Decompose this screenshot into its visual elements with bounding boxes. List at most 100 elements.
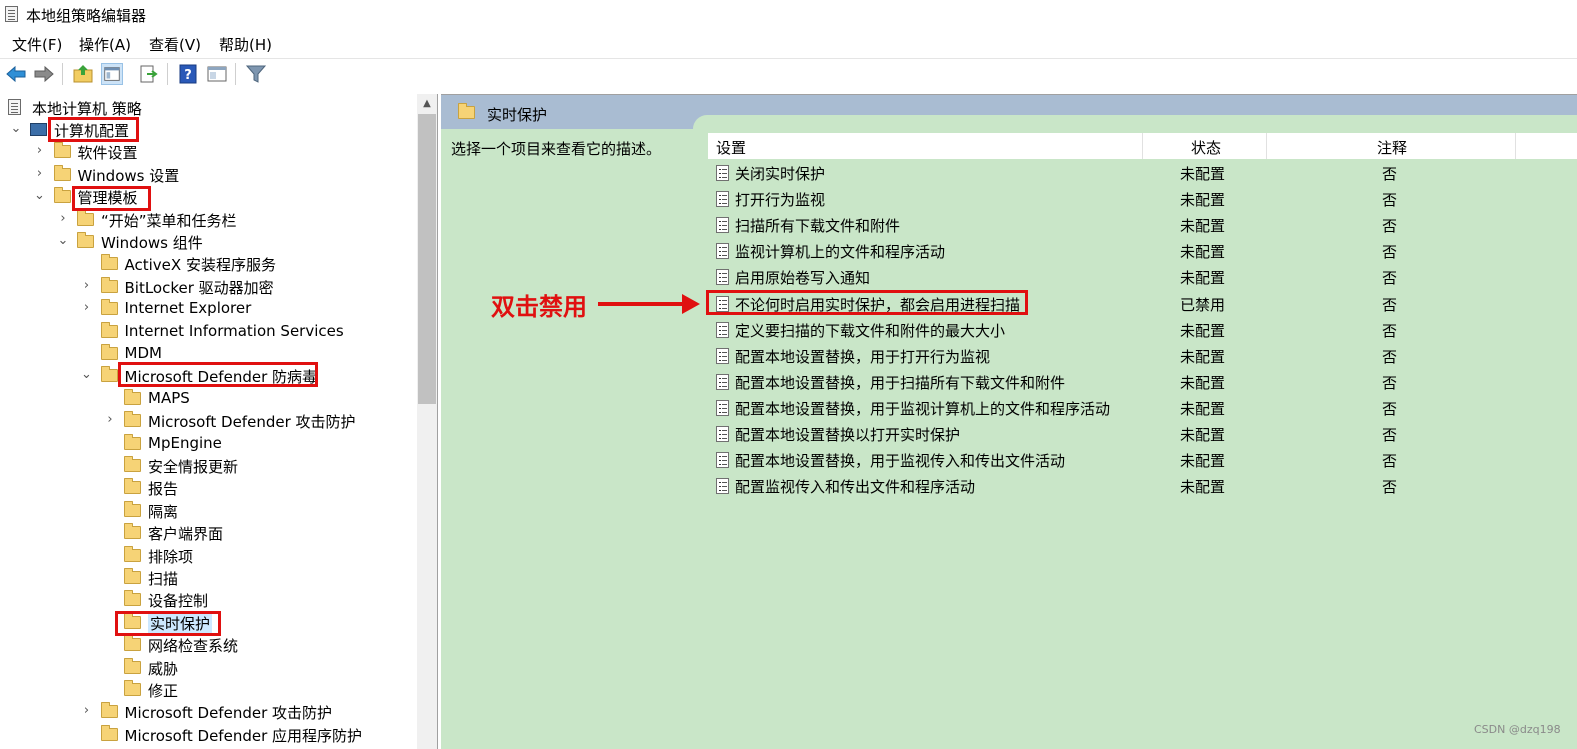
policy-row[interactable]: 配置本地设置替换，用于监视计算机上的文件和程序活动 未配置 否 (708, 395, 1577, 421)
tree-item-label: 报告 (148, 480, 179, 499)
tree-item[interactable]: › “开始”菜单和任务栏 (0, 209, 417, 231)
tree-item[interactable]: ⌄ Microsoft Defender 防病毒 (0, 365, 417, 387)
policy-name: 启用原始卷写入通知 (735, 269, 871, 288)
expand-chevron-icon[interactable]: › (81, 300, 93, 315)
tree-item-label: MpEngine (148, 433, 222, 452)
collapse-chevron-icon[interactable]: ⌄ (81, 367, 93, 382)
policy-row[interactable]: 配置本地设置替换，用于扫描所有下载文件和附件 未配置 否 (708, 369, 1577, 395)
scroll-up-arrow-icon[interactable]: ▲ (417, 94, 437, 114)
show-hide-tree-icon[interactable] (101, 63, 123, 85)
menu-file[interactable]: 文件(F) (12, 34, 62, 55)
collapse-chevron-icon[interactable]: ⌄ (57, 233, 69, 248)
expand-chevron-icon[interactable]: › (57, 211, 69, 226)
policy-row[interactable]: 不论何时启用实时保护，都会启用进程扫描 已禁用 否 (708, 291, 1577, 317)
tree-item-label: Microsoft Defender 防病毒 (124, 368, 318, 387)
filter-icon[interactable] (245, 63, 267, 85)
policy-row[interactable]: 配置本地设置替换，用于打开行为监视 未配置 否 (708, 343, 1577, 369)
collapse-chevron-icon[interactable]: ⌄ (34, 188, 46, 203)
tree-item[interactable]: 客户端界面 (0, 522, 417, 544)
tree-item[interactable]: 威胁 (0, 657, 417, 679)
tree-item[interactable]: MpEngine (0, 433, 417, 455)
tree-item[interactable]: 扫描 (0, 567, 417, 589)
tree-item-label: 排除项 (148, 547, 194, 566)
toolbar: ? (0, 58, 1577, 88)
tree-item-label: MDM (124, 344, 162, 362)
policy-state: 未配置 (1180, 452, 1226, 471)
tree-item[interactable]: › BitLocker 驱动器加密 (0, 276, 417, 298)
export-list-icon[interactable] (138, 63, 160, 85)
expand-chevron-icon[interactable]: › (81, 703, 93, 718)
back-icon[interactable] (5, 63, 27, 85)
collapse-chevron-icon[interactable]: ⌄ (10, 121, 22, 136)
tree-item[interactable]: 设备控制 (0, 589, 417, 611)
properties-icon[interactable] (206, 63, 228, 85)
column-divider[interactable] (1515, 133, 1516, 159)
tree-item[interactable]: ⌄ 管理模板 (0, 186, 417, 208)
menu-view[interactable]: 查看(V) (149, 34, 201, 55)
policy-comment: 否 (1382, 373, 1398, 392)
expand-chevron-icon[interactable]: › (104, 412, 116, 427)
policy-row[interactable]: 监视计算机上的文件和程序活动 未配置 否 (708, 238, 1577, 264)
scroll-thumb[interactable] (418, 114, 436, 404)
tree-item[interactable]: ActiveX 安装程序服务 (0, 253, 417, 275)
help-icon[interactable]: ? (177, 63, 199, 85)
tree-item[interactable]: › Internet Explorer (0, 298, 417, 320)
folder-icon (124, 590, 141, 607)
tree-item[interactable]: 报告 (0, 477, 417, 499)
policy-comment: 否 (1382, 399, 1398, 418)
policy-row[interactable]: 启用原始卷写入通知 未配置 否 (708, 264, 1577, 290)
tree-item[interactable]: 网络检查系统 (0, 634, 417, 656)
forward-icon[interactable] (33, 63, 55, 85)
annotation-arrow (598, 302, 684, 306)
policy-comment: 否 (1382, 426, 1398, 444)
tree-root-label: 本地计算机 策略 (32, 100, 142, 118)
up-folder-icon[interactable] (72, 63, 94, 85)
column-comment[interactable]: 注释 (1377, 137, 1407, 158)
policy-editor-icon (5, 6, 18, 22)
tree-scrollbar[interactable]: ▲ (417, 94, 437, 749)
tree-item[interactable]: › 软件设置 (0, 141, 417, 163)
policy-state: 未配置 (1180, 478, 1226, 497)
policy-row[interactable]: 扫描所有下载文件和附件 未配置 否 (708, 212, 1577, 238)
toolbar-separator (235, 63, 236, 85)
column-setting[interactable]: 设置 (716, 137, 746, 158)
tree-item[interactable]: 实时保护 (0, 612, 417, 634)
tree-item[interactable]: › Windows 设置 (0, 164, 417, 186)
tree-item[interactable]: MDM (0, 343, 417, 365)
expand-chevron-icon[interactable]: › (34, 143, 46, 158)
policy-row[interactable]: 关闭实时保护 未配置 否 (708, 160, 1577, 186)
policy-setting-icon (716, 269, 729, 286)
expand-chevron-icon[interactable]: › (81, 278, 93, 293)
policy-comment: 否 (1382, 478, 1398, 497)
tree-item[interactable]: MAPS (0, 388, 417, 410)
menu-help[interactable]: 帮助(H) (219, 34, 272, 55)
policy-state: 未配置 (1180, 165, 1226, 183)
policy-row[interactable]: 配置本地设置替换以打开实时保护 未配置 否 (708, 421, 1577, 447)
tree-item[interactable]: 隔离 (0, 500, 417, 522)
column-divider[interactable] (1142, 133, 1143, 159)
tree-item[interactable]: › Microsoft Defender 攻击防护 (0, 410, 417, 432)
tree-item[interactable]: ⌄ Windows 组件 (0, 231, 417, 253)
tree-item[interactable]: 排除项 (0, 545, 417, 567)
folder-icon (77, 209, 94, 226)
folder-icon (124, 523, 141, 540)
tree-item[interactable]: Internet Information Services (0, 321, 417, 343)
tree-item-label: 软件设置 (77, 144, 138, 163)
policy-row[interactable]: 配置监视传入和传出文件和程序活动 未配置 否 (708, 473, 1577, 499)
expand-chevron-icon[interactable]: › (34, 166, 46, 181)
policy-setting-icon (716, 191, 729, 208)
menu-action[interactable]: 操作(A) (79, 34, 131, 55)
column-divider[interactable] (1266, 133, 1267, 159)
policy-row[interactable]: 打开行为监视 未配置 否 (708, 186, 1577, 212)
tree-item[interactable]: 修正 (0, 679, 417, 701)
column-state[interactable]: 状态 (1191, 137, 1221, 158)
folder-icon (53, 187, 71, 204)
policy-row[interactable]: 配置本地设置替换，用于监视传入和传出文件活动 未配置 否 (708, 447, 1577, 473)
tree-item[interactable]: ⌄ 计算机配置 (0, 119, 417, 141)
tree-item[interactable]: Microsoft Defender 应用程序防护 (0, 724, 417, 746)
tree-item[interactable]: › Microsoft Defender 攻击防护 (0, 701, 417, 723)
policy-list-header: 设置 状态 注释 (708, 133, 1577, 159)
tree-item[interactable]: 安全情报更新 (0, 455, 417, 477)
tree-item-label: 管理模板 (77, 189, 138, 208)
policy-row[interactable]: 定义要扫描的下载文件和附件的最大大小 未配置 否 (708, 317, 1577, 343)
